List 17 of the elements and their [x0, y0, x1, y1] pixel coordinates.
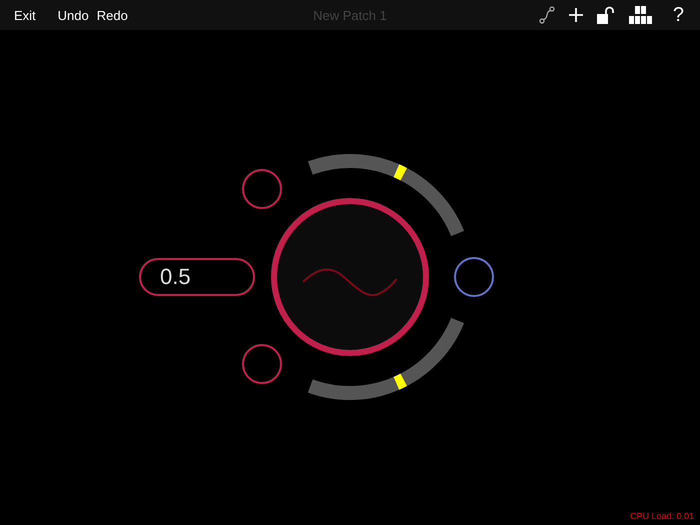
port[interactable] — [242, 344, 282, 384]
arc-slider[interactable] — [308, 317, 464, 400]
port[interactable] — [454, 257, 494, 297]
port[interactable] — [242, 169, 282, 209]
toolbar-button[interactable]: Exit — [10, 8, 40, 22]
toolbar-button[interactable]: Undo — [54, 8, 93, 22]
unlocked-padlock-icon[interactable] — [596, 6, 615, 24]
help-button[interactable]: ? — [666, 4, 690, 26]
oscillator-node[interactable] — [271, 198, 429, 356]
sine-wave-icon — [302, 268, 398, 296]
toolbar-button[interactable]: Redo — [92, 8, 132, 22]
cpu-load: CPU Load: 0.01 — [630, 511, 694, 521]
blocks-icon[interactable] — [628, 6, 653, 24]
add-icon[interactable] — [568, 8, 583, 22]
number-field[interactable]: 0.5 — [139, 258, 255, 296]
connection-icon[interactable] — [538, 6, 555, 24]
arc-slider[interactable] — [308, 154, 464, 237]
